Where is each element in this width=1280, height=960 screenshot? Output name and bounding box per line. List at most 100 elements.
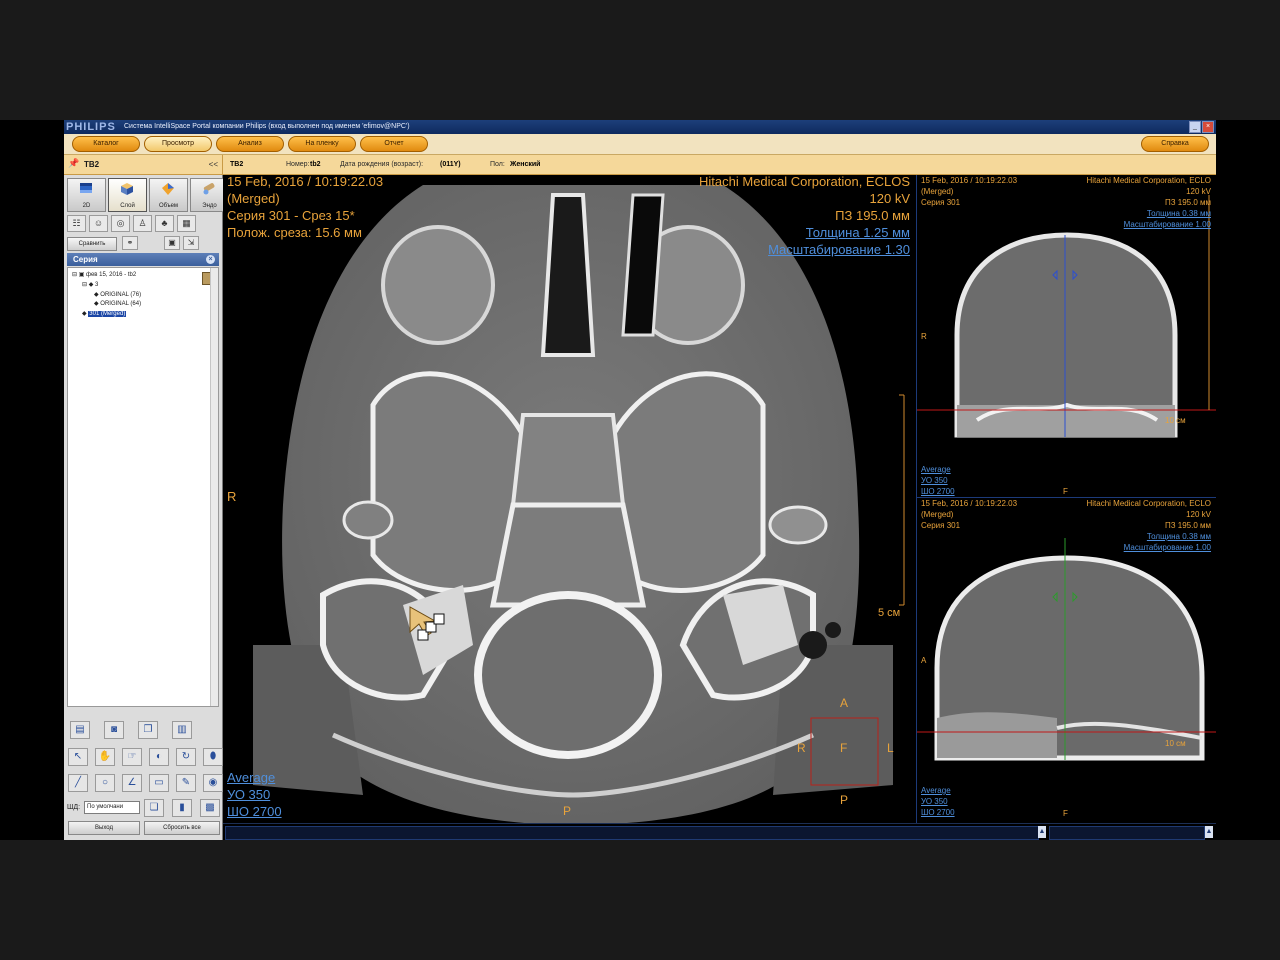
windows-icon[interactable]: ❏: [144, 799, 164, 817]
coronal-window-preset[interactable]: Average: [921, 464, 951, 475]
tree-scrollbar[interactable]: [210, 268, 218, 706]
book-icon[interactable]: ▥: [172, 721, 192, 739]
film-icon[interactable]: ▮: [172, 799, 192, 817]
to-film-button[interactable]: На пленку: [288, 136, 356, 152]
circle-roi-icon[interactable]: ◉: [203, 774, 223, 792]
tree-series-original-76[interactable]: ◆ ORIGINAL (76): [94, 291, 141, 298]
catalog-button[interactable]: Каталог: [72, 136, 140, 152]
tree-series-original-64[interactable]: ◆ ORIGINAL (64): [94, 300, 141, 307]
zoom-hand-icon[interactable]: ☞: [122, 748, 142, 766]
help-button[interactable]: Справка: [1141, 136, 1209, 152]
application-window: PHILIPS Система IntelliSpace Portal комп…: [64, 120, 1216, 840]
teeth-icon[interactable]: ☷: [67, 215, 86, 232]
reset-all-button[interactable]: Сбросить все: [144, 821, 220, 835]
2d-mode-icon: [80, 183, 92, 193]
tree-icon[interactable]: ♣: [155, 215, 174, 232]
mode-volume[interactable]: Объем: [149, 178, 188, 212]
cubes-icon[interactable]: ▣: [164, 236, 180, 250]
annotate-icon[interactable]: ✎: [176, 774, 196, 792]
coronal-window-center[interactable]: УО 350: [921, 475, 948, 486]
patient-name: ТВ2: [230, 161, 244, 168]
sagittal-datetime: 15 Feb, 2016 / 10:19:22.03: [921, 499, 1018, 508]
main-viewport[interactable]: 15 Feb, 2016 / 10:19:22.03 (Merged) Сери…: [223, 175, 914, 823]
brain-icon[interactable]: ◎: [111, 215, 130, 232]
report-button[interactable]: Отчет: [360, 136, 428, 152]
thickness-link[interactable]: Толщина 1.25 мм: [806, 224, 910, 241]
pan-hand-icon[interactable]: ✋: [95, 748, 115, 766]
mode-2d[interactable]: 2D: [67, 178, 106, 212]
window-preset-link[interactable]: Average: [227, 769, 275, 786]
pointer-icon[interactable]: ↖: [68, 748, 88, 766]
mode-label: 2D: [82, 203, 91, 209]
bottom-toolbar-4: ❏ ▮ ▩: [144, 799, 220, 817]
body-icon[interactable]: ♙: [133, 215, 152, 232]
ellipse-icon[interactable]: ○: [95, 774, 115, 792]
link-icon[interactable]: ⚭: [122, 236, 138, 250]
side-status-field: [1049, 826, 1205, 840]
ruler-icon[interactable]: ▭: [149, 774, 169, 792]
tree-study-node[interactable]: ⊟ ▣ фев 15, 2016 - tb2: [72, 271, 136, 278]
exit-button[interactable]: Выход: [68, 821, 140, 835]
sagittal-viewport[interactable]: 15 Feb, 2016 / 10:19:22.03 (Merged) Сери…: [916, 498, 1216, 823]
coronal-window-width[interactable]: ШО 2700: [921, 486, 955, 497]
side-status-arrow-icon[interactable]: ▲: [1205, 826, 1213, 838]
merged-label: (Merged): [227, 191, 280, 206]
sagittal-series: Серия 301: [921, 521, 961, 530]
pin-icon[interactable]: 📌: [68, 158, 79, 169]
main-status-arrow-icon[interactable]: ▲: [1038, 826, 1046, 838]
window-width-link[interactable]: ШО 2700: [227, 803, 282, 820]
volume-mode-icon: [162, 183, 174, 195]
scale-bar-label: 5 см: [878, 607, 901, 619]
coronal-thickness-link[interactable]: Толщина 0.38 мм: [1147, 208, 1211, 219]
window-center-link[interactable]: УО 350: [227, 786, 270, 803]
close-series-panel-icon[interactable]: ×: [206, 255, 215, 264]
title-bar: PHILIPS Система IntelliSpace Portal комп…: [64, 120, 1216, 134]
window-level-icon[interactable]: ◐: [149, 748, 169, 766]
sagittal-thickness-link[interactable]: Толщина 0.38 мм: [1147, 531, 1211, 542]
coronal-series: Серия 301: [921, 198, 961, 207]
mode-slab[interactable]: Слой: [108, 178, 147, 212]
main-status-field: [225, 826, 1039, 840]
window-level-label: ШД:: [67, 804, 81, 811]
grid-icon[interactable]: ▩: [200, 799, 220, 817]
tree-group-node[interactable]: ⊟ ◆ 3: [82, 281, 98, 288]
eraser-icon[interactable]: ⬮: [203, 748, 223, 766]
scaling-link[interactable]: Масштабирование 1.30: [768, 241, 910, 258]
toolbar-row-3: ▣ ⇲: [164, 236, 199, 250]
line-icon[interactable]: ╱: [68, 774, 88, 792]
axial-ct-image[interactable]: [223, 175, 914, 823]
angle-icon[interactable]: ∠: [122, 774, 142, 792]
patient-dob: (011Y): [440, 161, 461, 168]
letterbox-bottom: [0, 840, 1280, 960]
rotate-icon[interactable]: ↻: [176, 748, 196, 766]
sagittal-window-center[interactable]: УО 350: [921, 796, 948, 807]
mode-label: Слой: [120, 203, 135, 209]
coronal-scaling-link[interactable]: Масштабирование 1.00: [1124, 219, 1211, 230]
camera-icon[interactable]: ◙: [104, 721, 124, 739]
copy-icon[interactable]: ❐: [138, 721, 158, 739]
save-icon[interactable]: ▤: [70, 721, 90, 739]
sagittal-window-preset[interactable]: Average: [921, 785, 951, 796]
patient-dob-label: Дата рождения (возраст):: [340, 161, 424, 168]
compare-button[interactable]: Сравнить: [67, 237, 117, 251]
analysis-button[interactable]: Анализ: [216, 136, 284, 152]
view-button[interactable]: Просмотр: [144, 136, 212, 152]
layout-icon[interactable]: ▦: [177, 215, 196, 232]
collapse-panel-button[interactable]: <<: [209, 155, 218, 174]
study-datetime: 15 Feb, 2016 / 10:19:22.03: [227, 175, 384, 189]
minimize-icon[interactable]: _: [1189, 121, 1201, 133]
window-level-select[interactable]: По умолчани: [84, 801, 140, 814]
coronal-viewport[interactable]: 15 Feb, 2016 / 10:19:22.03 (Merged) Сери…: [916, 175, 1216, 498]
sagittal-window-width[interactable]: ШО 2700: [921, 807, 955, 818]
patient-tab[interactable]: 📌 ТВ2 <<: [64, 155, 223, 174]
export-icon[interactable]: ⇲: [183, 236, 199, 250]
close-icon[interactable]: ×: [1202, 121, 1214, 133]
series-panel-title: Серия: [73, 255, 98, 264]
manufacturer-label: Hitachi Medical Corporation, ECLOS: [699, 175, 910, 189]
sagittal-scaling-link[interactable]: Масштабирование 1.00: [1124, 542, 1211, 553]
cube-top-label: A: [840, 696, 849, 710]
patient-number: tb2: [310, 161, 321, 168]
tree-series-merged[interactable]: ◆ 301 (Merged): [82, 310, 127, 317]
head-icon[interactable]: ☺: [89, 215, 108, 232]
coronal-fov: ПЗ 195.0 мм: [1164, 198, 1211, 207]
